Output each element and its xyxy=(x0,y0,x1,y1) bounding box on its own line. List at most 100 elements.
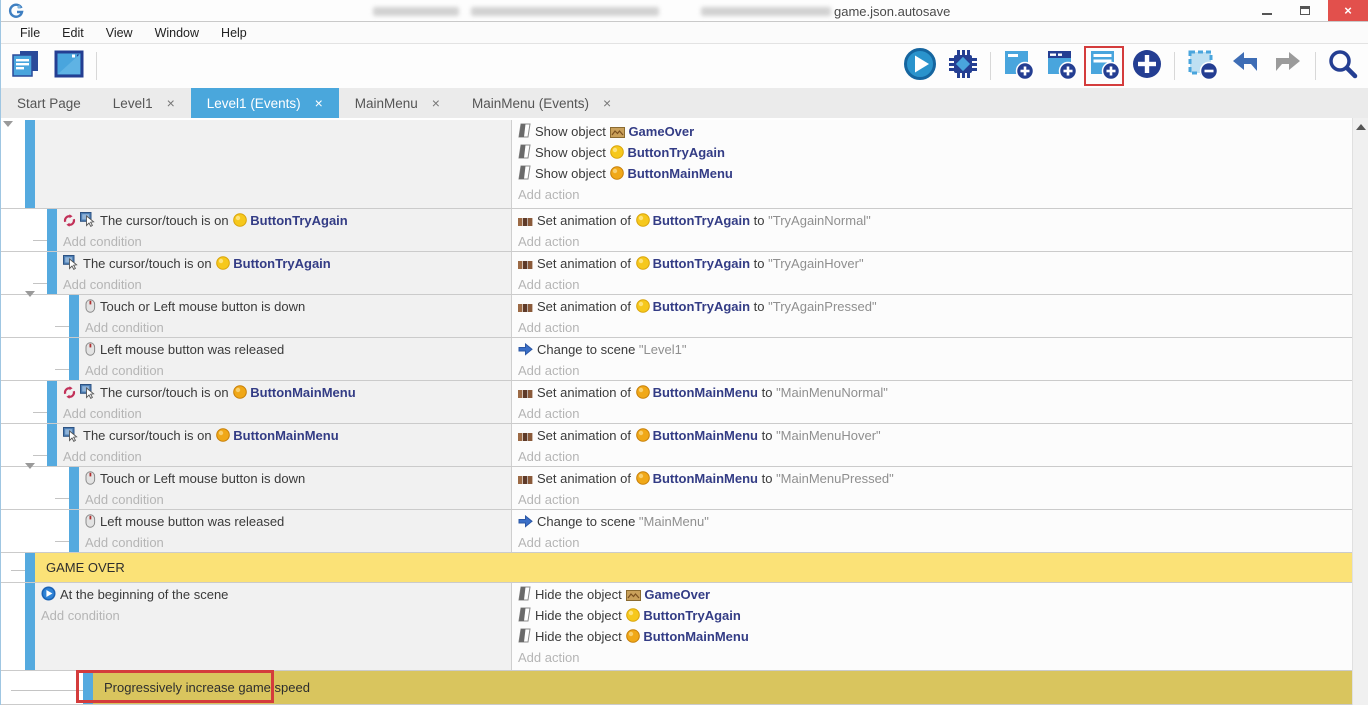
add-condition-button[interactable]: Add condition xyxy=(35,605,511,626)
actions-cell[interactable]: Set animation of ButtonTryAgain to "TryA… xyxy=(511,252,1352,294)
menu-file[interactable]: File xyxy=(9,24,51,42)
redo-button[interactable] xyxy=(1269,48,1307,84)
add-condition-button[interactable]: Add condition xyxy=(79,317,511,337)
add-action-button[interactable]: Add action xyxy=(512,184,1352,205)
condition-line[interactable]: Touch or Left mouse button is down xyxy=(79,468,511,489)
remove-selection-button[interactable] xyxy=(1183,48,1221,84)
event-row[interactable]: Left mouse button was releasedAdd condit… xyxy=(1,338,1352,381)
condition-line[interactable]: The cursor/touch is on ButtonMainMenu xyxy=(57,382,511,403)
actions-cell[interactable]: Set animation of ButtonTryAgain to "TryA… xyxy=(511,209,1352,251)
action-line[interactable]: Set animation of ButtonTryAgain to "TryA… xyxy=(512,296,1352,317)
action-line[interactable]: Change to scene "MainMenu" xyxy=(512,511,1352,532)
add-action-button[interactable]: Add action xyxy=(512,231,1352,251)
add-action-button[interactable]: Add action xyxy=(512,446,1352,466)
event-selection-bar[interactable] xyxy=(25,553,35,582)
add-action-button[interactable]: Add action xyxy=(512,532,1352,552)
action-line[interactable]: Set animation of ButtonTryAgain to "TryA… xyxy=(512,210,1352,231)
action-line[interactable]: Show object ButtonTryAgain xyxy=(512,142,1352,163)
close-button[interactable]: × xyxy=(1328,0,1368,21)
conditions-cell[interactable]: Left mouse button was releasedAdd condit… xyxy=(79,510,511,552)
tab-start-page[interactable]: Start Page xyxy=(1,88,97,118)
event-selection-bar[interactable] xyxy=(47,424,57,466)
add-comment-button[interactable] xyxy=(1085,48,1123,84)
action-line[interactable]: Set animation of ButtonTryAgain to "TryA… xyxy=(512,253,1352,274)
event-selection-bar[interactable] xyxy=(47,209,57,251)
condition-line[interactable]: The cursor/touch is on ButtonTryAgain xyxy=(57,253,511,274)
add-action-button[interactable]: Add action xyxy=(512,489,1352,509)
conditions-cell[interactable]: At the beginning of the sceneAdd conditi… xyxy=(35,583,511,670)
condition-line[interactable]: The cursor/touch is on ButtonMainMenu xyxy=(57,425,511,446)
conditions-cell[interactable]: Touch or Left mouse button is downAdd co… xyxy=(79,295,511,337)
add-condition-button[interactable]: Add condition xyxy=(79,532,511,552)
conditions-cell[interactable]: The cursor/touch is on ButtonTryAgainAdd… xyxy=(57,252,511,294)
collapse-arrow-icon[interactable] xyxy=(25,463,35,469)
event-row[interactable]: Touch or Left mouse button is downAdd co… xyxy=(1,295,1352,338)
add-circle-button[interactable] xyxy=(1128,48,1166,84)
event-row[interactable]: Show object GameOverShow object ButtonTr… xyxy=(1,120,1352,209)
restore-button[interactable] xyxy=(1290,0,1320,21)
comment-text[interactable]: Progressively increase game speed xyxy=(93,671,1352,704)
actions-cell[interactable]: Change to scene "Level1"Add action xyxy=(511,338,1352,380)
actions-cell[interactable]: Change to scene "MainMenu"Add action xyxy=(511,510,1352,552)
action-line[interactable]: Hide the object GameOver xyxy=(512,584,1352,605)
add-condition-button[interactable]: Add condition xyxy=(79,489,511,509)
tab-close-icon[interactable]: × xyxy=(315,95,323,111)
event-row[interactable]: Left mouse button was releasedAdd condit… xyxy=(1,510,1352,553)
play-button[interactable] xyxy=(901,48,939,84)
add-condition-button[interactable]: Add condition xyxy=(79,360,511,380)
actions-cell[interactable]: Show object GameOverShow object ButtonTr… xyxy=(511,120,1352,208)
event-row[interactable]: The cursor/touch is on ButtonTryAgainAdd… xyxy=(1,252,1352,295)
event-selection-bar[interactable] xyxy=(25,120,35,208)
menu-edit[interactable]: Edit xyxy=(51,24,95,42)
vertical-scrollbar[interactable] xyxy=(1352,118,1368,705)
add-condition-button[interactable]: Add condition xyxy=(57,446,511,466)
scroll-up-icon[interactable] xyxy=(1356,124,1366,130)
action-line[interactable]: Set animation of ButtonMainMenu to "Main… xyxy=(512,425,1352,446)
action-line[interactable]: Set animation of ButtonMainMenu to "Main… xyxy=(512,382,1352,403)
condition-line[interactable]: Left mouse button was released xyxy=(79,339,511,360)
event-selection-bar[interactable] xyxy=(69,510,79,552)
add-condition-button[interactable]: Add condition xyxy=(57,403,511,423)
add-condition-button[interactable]: Add condition xyxy=(57,274,511,294)
event-row[interactable]: The cursor/touch is on ButtonMainMenuAdd… xyxy=(1,424,1352,467)
tab-close-icon[interactable]: × xyxy=(603,95,611,111)
event-selection-bar[interactable] xyxy=(47,252,57,294)
action-line[interactable]: Change to scene "Level1" xyxy=(512,339,1352,360)
event-selection-bar[interactable] xyxy=(69,467,79,509)
minimize-button[interactable] xyxy=(1252,0,1282,21)
action-line[interactable]: Hide the object ButtonMainMenu xyxy=(512,626,1352,647)
menu-view[interactable]: View xyxy=(95,24,144,42)
conditions-cell[interactable]: Touch or Left mouse button is downAdd co… xyxy=(79,467,511,509)
add-condition-button[interactable]: Add condition xyxy=(57,231,511,251)
menu-window[interactable]: Window xyxy=(144,24,210,42)
event-selection-bar[interactable] xyxy=(83,671,93,704)
add-action-button[interactable]: Add action xyxy=(512,317,1352,337)
event-row[interactable]: The cursor/touch is on ButtonMainMenuAdd… xyxy=(1,381,1352,424)
add-action-button[interactable]: Add action xyxy=(512,274,1352,294)
add-subevent-button[interactable] xyxy=(1042,48,1080,84)
event-row[interactable]: At the beginning of the sceneAdd conditi… xyxy=(1,583,1352,671)
conditions-cell[interactable] xyxy=(35,120,511,208)
condition-line[interactable]: Touch or Left mouse button is down xyxy=(79,296,511,317)
collapse-arrow-icon[interactable] xyxy=(25,291,35,297)
condition-line[interactable]: At the beginning of the scene xyxy=(35,584,511,605)
actions-cell[interactable]: Set animation of ButtonMainMenu to "Main… xyxy=(511,381,1352,423)
actions-cell[interactable]: Hide the object GameOver Hide the object … xyxy=(511,583,1352,670)
conditions-cell[interactable]: The cursor/touch is on ButtonMainMenuAdd… xyxy=(57,424,511,466)
comment-text[interactable]: GAME OVER xyxy=(35,553,1352,582)
tab-level1-events-[interactable]: Level1 (Events)× xyxy=(191,88,339,118)
event-selection-bar[interactable] xyxy=(69,338,79,380)
actions-cell[interactable]: Set animation of ButtonMainMenu to "Main… xyxy=(511,424,1352,466)
tab-close-icon[interactable]: × xyxy=(167,95,175,111)
collapse-arrow-icon[interactable] xyxy=(3,121,13,127)
search-button[interactable] xyxy=(1324,48,1362,84)
tab-close-icon[interactable]: × xyxy=(432,95,440,111)
add-action-button[interactable]: Add action xyxy=(512,647,1352,668)
condition-line[interactable]: The cursor/touch is on ButtonTryAgain xyxy=(57,210,511,231)
event-row[interactable]: Touch or Left mouse button is downAdd co… xyxy=(1,467,1352,510)
tab-mainmenu-events-[interactable]: MainMenu (Events)× xyxy=(456,88,627,118)
debug-button[interactable] xyxy=(944,48,982,84)
event-row[interactable]: The cursor/touch is on ButtonTryAgainAdd… xyxy=(1,209,1352,252)
conditions-cell[interactable]: The cursor/touch is on ButtonMainMenuAdd… xyxy=(57,381,511,423)
event-selection-bar[interactable] xyxy=(25,583,35,670)
